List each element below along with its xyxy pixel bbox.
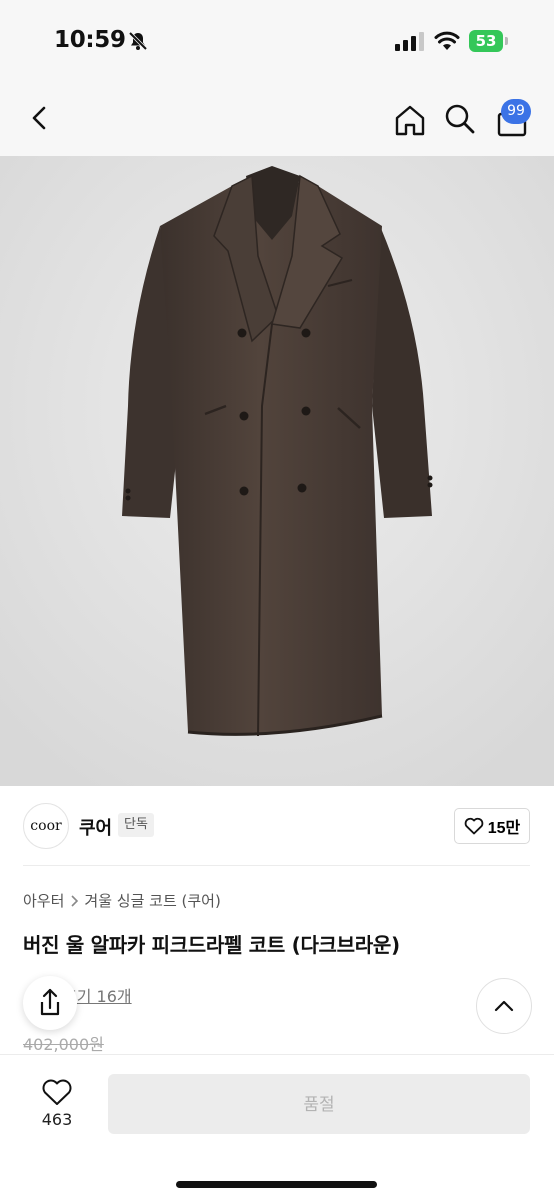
heart-icon (42, 1079, 72, 1105)
coat-illustration (0, 156, 554, 786)
wishlist-count: 463 (41, 1110, 73, 1129)
brand-like-count: 15만 (487, 820, 521, 837)
brand-logo[interactable]: coor (23, 803, 69, 849)
status-bar: 10:59 53 (0, 0, 554, 80)
home-icon[interactable] (392, 102, 428, 138)
search-icon[interactable] (443, 102, 477, 136)
battery-level: 53 (475, 32, 497, 50)
chevron-up-icon (494, 1000, 514, 1012)
status-time: 10:59 (54, 27, 126, 53)
wifi-icon (434, 31, 460, 50)
breadcrumb: 아우터 겨울 싱글 코트 (쿠어) (23, 890, 221, 911)
share-icon (40, 988, 60, 1016)
cart-count-badge: 99 (501, 99, 531, 124)
back-arrow-icon[interactable] (24, 102, 56, 134)
home-indicator (176, 1181, 377, 1188)
breadcrumb-category[interactable]: 아우터 (23, 890, 64, 911)
chevron-right-icon (71, 894, 79, 907)
battery-indicator: 53 (469, 30, 509, 52)
product-image[interactable] (0, 156, 554, 786)
sold-out-button[interactable]: 품절 (108, 1074, 530, 1134)
brand-like-button[interactable]: 15만 (454, 808, 530, 844)
divider (23, 865, 530, 866)
original-price: 402,000원 (23, 1035, 104, 1054)
heart-outline-icon (464, 817, 484, 835)
bell-muted-icon (128, 31, 148, 51)
top-navigation-bar (0, 80, 554, 156)
exclusive-tag: 단독 (118, 813, 154, 837)
scroll-top-button[interactable] (476, 978, 532, 1034)
brand-name[interactable]: 쿠어 (79, 814, 112, 840)
share-button[interactable] (23, 976, 77, 1030)
cellular-signal-icon (395, 32, 424, 51)
product-title: 버진 울 알파카 피크드라펠 코트 (다크브라운) (23, 933, 400, 957)
breadcrumb-subcategory[interactable]: 겨울 싱글 코트 (쿠어) (84, 890, 220, 911)
